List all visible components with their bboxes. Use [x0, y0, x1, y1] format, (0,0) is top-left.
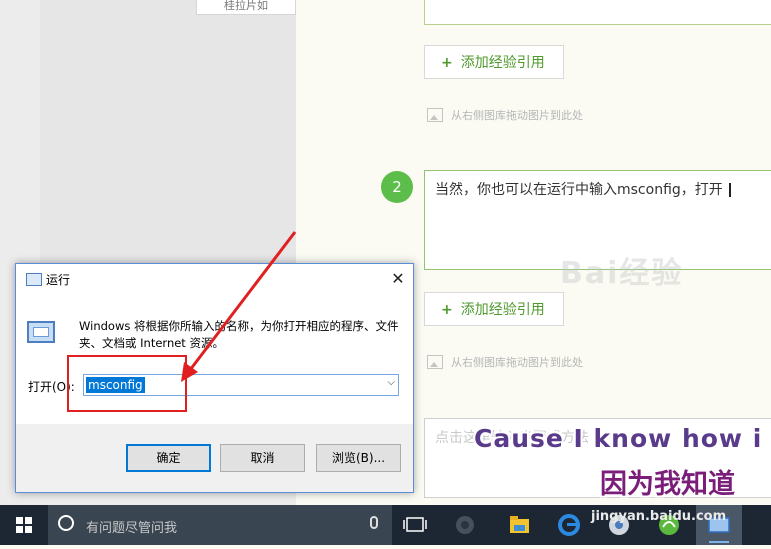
cortana-icon [58, 515, 74, 531]
file-explorer-icon[interactable] [496, 505, 542, 545]
search-placeholder: 有问题尽管问我 [86, 521, 178, 536]
subtitle-english: Cause I know how i [474, 424, 763, 453]
edge-icon[interactable] [546, 505, 592, 545]
subtitle-chinese: 因为我知道 [600, 469, 735, 500]
watermark-url: jingyan.baidu.com [591, 509, 727, 524]
start-button[interactable] [0, 505, 48, 545]
search-box[interactable]: 有问题尽管问我 [48, 505, 392, 545]
windows-logo-icon [16, 517, 32, 533]
task-view-icon[interactable] [392, 505, 438, 545]
app-icon[interactable] [442, 505, 488, 545]
microphone-icon[interactable] [370, 516, 378, 529]
